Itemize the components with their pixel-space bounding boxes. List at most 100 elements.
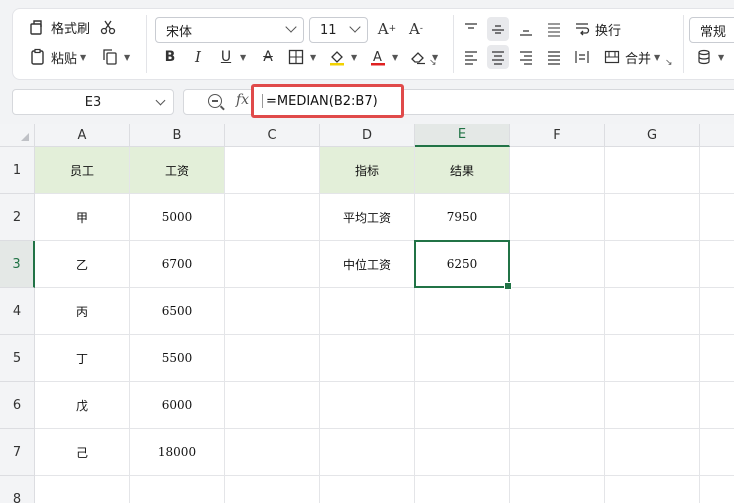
cell-b1[interactable]: 工资	[130, 147, 225, 194]
column-header-extra[interactable]	[700, 124, 734, 147]
row-header-5[interactable]: 5	[0, 335, 35, 382]
column-header-d[interactable]: D	[320, 124, 415, 147]
row-header-8[interactable]: 8	[0, 476, 35, 503]
cell-f4[interactable]	[510, 288, 605, 335]
align-middle-button[interactable]	[487, 17, 509, 41]
cell-d2[interactable]: 平均工资	[320, 194, 415, 241]
justify-button[interactable]	[543, 45, 565, 69]
cell-3[interactable]	[700, 241, 734, 288]
column-header-g[interactable]: G	[605, 124, 700, 147]
cell-f7[interactable]	[510, 429, 605, 476]
cell-f1[interactable]	[510, 147, 605, 194]
cell-d4[interactable]	[320, 288, 415, 335]
column-header-c[interactable]: C	[225, 124, 320, 147]
cut-button[interactable]	[97, 15, 119, 39]
cell-a5[interactable]: 丁	[35, 335, 130, 382]
cell-1[interactable]	[700, 147, 734, 194]
cell-c1[interactable]	[225, 147, 320, 194]
cell-d6[interactable]	[320, 382, 415, 429]
cell-d7[interactable]	[320, 429, 415, 476]
cell-g5[interactable]	[605, 335, 700, 382]
align-center-button[interactable]	[487, 45, 509, 69]
column-header-a[interactable]: A	[35, 124, 130, 147]
wrap-text-button[interactable]: 换行	[571, 17, 621, 41]
cell-e1[interactable]: 结果	[415, 147, 510, 194]
cell-c8[interactable]	[225, 476, 320, 503]
cell-a3[interactable]: 乙	[35, 241, 130, 288]
cell-f8[interactable]	[510, 476, 605, 503]
align-right-button[interactable]	[515, 45, 537, 69]
name-box[interactable]: E3	[12, 89, 174, 115]
fill-color-button[interactable]: ▼	[326, 45, 357, 69]
row-header-4[interactable]: 4	[0, 288, 35, 335]
cell-g8[interactable]	[605, 476, 700, 503]
cell-f6[interactable]	[510, 382, 605, 429]
cell-c5[interactable]	[225, 335, 320, 382]
font-color-button[interactable]: A ▼	[367, 45, 398, 69]
copy-button[interactable]: ▼	[99, 45, 130, 69]
row-header-7[interactable]: 7	[0, 429, 35, 476]
font-dialog-launcher[interactable]: ↘	[429, 51, 437, 75]
cell-7[interactable]	[700, 429, 734, 476]
text-direction-button[interactable]	[543, 17, 565, 41]
row-header-6[interactable]: 6	[0, 382, 35, 429]
cell-e5[interactable]	[415, 335, 510, 382]
cell-g7[interactable]	[605, 429, 700, 476]
distributed-align-button[interactable]	[571, 45, 593, 69]
format-painter-button[interactable]: 格式刷	[27, 15, 90, 39]
cell-c6[interactable]	[225, 382, 320, 429]
merge-cells-button[interactable]: 合并 ▼	[601, 45, 660, 69]
select-all-corner[interactable]	[0, 124, 35, 147]
cell-a1[interactable]: 员工	[35, 147, 130, 194]
row-header-2[interactable]: 2	[0, 194, 35, 241]
cell-d1[interactable]: 指标	[320, 147, 415, 194]
cell-d5[interactable]	[320, 335, 415, 382]
column-header-e[interactable]: E	[415, 124, 510, 147]
formula-input[interactable]: =MEDIAN(B2:B7)	[251, 84, 404, 118]
row-header-3[interactable]: 3	[0, 241, 35, 288]
align-left-button[interactable]	[460, 45, 482, 69]
cell-g2[interactable]	[605, 194, 700, 241]
borders-button[interactable]: ▼	[285, 45, 316, 69]
cell-5[interactable]	[700, 335, 734, 382]
font-size-select[interactable]: 11	[309, 17, 368, 43]
cell-c7[interactable]	[225, 429, 320, 476]
cell-2[interactable]	[700, 194, 734, 241]
number-format-select[interactable]: 常规	[689, 17, 734, 43]
cell-e4[interactable]	[415, 288, 510, 335]
cell-e6[interactable]	[415, 382, 510, 429]
alignment-dialog-launcher[interactable]: ↘	[665, 51, 673, 75]
cell-e8[interactable]	[415, 476, 510, 503]
cell-d8[interactable]	[320, 476, 415, 503]
align-bottom-button[interactable]	[515, 17, 537, 41]
cell-b8[interactable]	[130, 476, 225, 503]
cell-f5[interactable]	[510, 335, 605, 382]
strikethrough-button[interactable]: A	[257, 45, 279, 69]
cell-g4[interactable]	[605, 288, 700, 335]
cell-b3[interactable]: 6700	[130, 241, 225, 288]
cell-4[interactable]	[700, 288, 734, 335]
row-header-1[interactable]: 1	[0, 147, 35, 194]
cell-a2[interactable]: 甲	[35, 194, 130, 241]
cell-b6[interactable]: 6000	[130, 382, 225, 429]
cell-b2[interactable]: 5000	[130, 194, 225, 241]
zoom-icon[interactable]	[208, 94, 222, 108]
cell-e7[interactable]	[415, 429, 510, 476]
fx-icon[interactable]: fx	[236, 92, 249, 108]
increase-font-button[interactable]: A +	[376, 17, 398, 41]
cell-c2[interactable]	[225, 194, 320, 241]
cell-b7[interactable]: 18000	[130, 429, 225, 476]
paste-button[interactable]: 粘贴 ▼	[27, 45, 86, 69]
decrease-font-button[interactable]: A-	[405, 17, 427, 41]
cell-b4[interactable]: 6500	[130, 288, 225, 335]
column-header-f[interactable]: F	[510, 124, 605, 147]
data-storage-button[interactable]: ▼	[693, 45, 724, 69]
cell-f2[interactable]	[510, 194, 605, 241]
cell-g6[interactable]	[605, 382, 700, 429]
cell-a4[interactable]: 丙	[35, 288, 130, 335]
column-header-b[interactable]: B	[130, 124, 225, 147]
cell-g3[interactable]	[605, 241, 700, 288]
cell-6[interactable]	[700, 382, 734, 429]
cell-f3[interactable]	[510, 241, 605, 288]
cell-e2[interactable]: 7950	[415, 194, 510, 241]
